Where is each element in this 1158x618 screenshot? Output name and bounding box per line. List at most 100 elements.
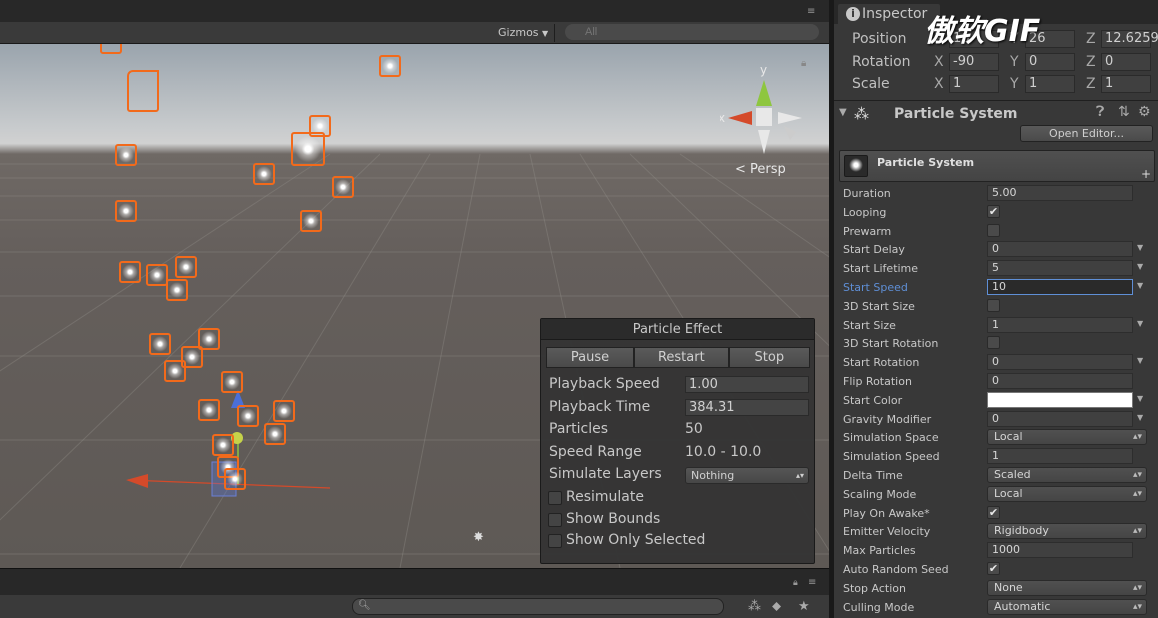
property-checkbox[interactable]: ✔ <box>987 204 1000 218</box>
components-icon[interactable]: ⁂ <box>748 599 761 614</box>
show-only-selected-checkbox[interactable] <box>548 534 562 548</box>
scale-y-field[interactable]: 1 <box>1025 75 1075 93</box>
gizmos-dropdown[interactable]: Gizmos ▼ <box>492 24 556 42</box>
property-checkbox[interactable]: ✔ <box>987 562 1000 575</box>
curve-mode-dropdown-icon[interactable]: ▼ <box>1137 281 1143 290</box>
playback-speed-field[interactable]: 1.00 <box>685 376 809 393</box>
gizmos-label: Gizmos <box>498 26 539 39</box>
preset-icon[interactable]: ⇅ <box>1118 104 1130 120</box>
property-row: Prewarm <box>834 223 1158 241</box>
lock-icon[interactable]: 🔒︎ <box>793 578 798 588</box>
show-bounds-label: Show Bounds <box>566 511 661 527</box>
property-field[interactable]: 1000 <box>987 542 1133 559</box>
scene-view[interactable]: ≡ Gizmos ▼ 🔍︎ <box>0 0 829 618</box>
property-field[interactable]: 5.00 <box>987 185 1133 201</box>
updown-arrow-icon: ▴▾ <box>1132 582 1142 593</box>
property-field[interactable]: 0 <box>987 373 1133 389</box>
curve-mode-dropdown-icon[interactable]: ▼ <box>1137 319 1143 328</box>
panel-menu-icon[interactable]: ≡ <box>807 6 815 17</box>
chevron-down-icon: ▼ <box>542 29 549 38</box>
persp-label[interactable]: < Persp <box>735 162 786 177</box>
particle <box>332 176 354 198</box>
property-label: Start Speed <box>843 281 908 294</box>
resimulate-checkbox[interactable] <box>548 491 562 505</box>
panel-menu-icon[interactable]: ≡ <box>808 577 816 588</box>
property-dropdown[interactable]: Scaled ▴▾ <box>987 467 1147 483</box>
lock-icon[interactable]: 🔒︎ <box>801 58 806 69</box>
curve-mode-dropdown-icon[interactable]: ▼ <box>1137 413 1143 422</box>
stop-button[interactable]: Stop <box>728 347 810 368</box>
property-label: Emitter Velocity <box>843 525 931 539</box>
property-field[interactable]: 1 <box>987 448 1133 465</box>
property-row: Start Delay 0 ▼ <box>834 241 1158 259</box>
particle-system-component-header[interactable]: ▼ ⁂ Particle System ❓︎ ⇅ ⚙ <box>834 100 1158 126</box>
simulate-layers-dropdown[interactable]: Nothing ▴▾ <box>685 467 809 484</box>
property-checkbox[interactable] <box>987 298 1000 312</box>
property-label: Start Color <box>843 393 903 407</box>
scale-row: Scale X 1 Y 1 Z 1 <box>834 73 1158 95</box>
show-bounds-checkbox[interactable] <box>548 513 562 527</box>
property-checkbox[interactable] <box>987 223 1000 237</box>
particle <box>273 400 295 422</box>
speed-range-label: Speed Range <box>549 444 642 460</box>
orientation-gizmo[interactable]: y x <box>720 54 810 154</box>
property-field[interactable]: 0 <box>987 410 1133 427</box>
property-dropdown[interactable]: Local ▴▾ <box>987 429 1147 446</box>
property-checkbox[interactable] <box>987 336 1000 350</box>
console-search-input[interactable] <box>352 598 724 615</box>
property-field[interactable]: 0 <box>987 241 1133 258</box>
rotation-row: Rotation X -90 Y 0 Z 0 <box>834 51 1158 73</box>
property-label: Start Delay <box>843 243 905 257</box>
particle <box>175 256 197 278</box>
rotation-label: Rotation <box>852 54 911 70</box>
z-label: Z <box>1086 76 1096 92</box>
property-dropdown[interactable]: Local ▴▾ <box>987 485 1147 502</box>
show-only-selected-label: Show Only Selected <box>566 532 706 548</box>
gear-icon[interactable]: ⚙ <box>1138 104 1151 120</box>
property-field[interactable]: 0 <box>987 354 1133 371</box>
property-row: Emitter Velocity Rigidbody ▴▾ <box>834 523 1158 541</box>
property-row: Simulation Space Local ▴▾ <box>834 429 1158 447</box>
inspector-tab-label: Inspector <box>862 6 928 22</box>
scale-label: Scale <box>852 76 890 92</box>
playback-time-field[interactable]: 384.31 <box>685 399 809 416</box>
foldout-arrow-icon[interactable]: ▼ <box>839 107 847 118</box>
x-axis-handle[interactable] <box>126 474 148 488</box>
property-dropdown[interactable]: Rigidbody ▴▾ <box>987 523 1147 540</box>
restart-button[interactable]: Restart <box>634 347 729 368</box>
rotation-y-field[interactable]: 0 <box>1025 53 1075 71</box>
plus-icon[interactable]: + <box>1141 167 1151 181</box>
help-icon[interactable]: ❓︎ <box>1096 104 1104 120</box>
rotation-z-field[interactable]: 0 <box>1101 53 1151 71</box>
module-header[interactable]: Particle System + <box>839 150 1155 182</box>
property-field[interactable]: 5 <box>987 260 1133 277</box>
scene-search-input[interactable] <box>565 24 819 40</box>
rotation-x-field[interactable]: -90 <box>949 53 999 71</box>
particle <box>198 399 220 421</box>
property-field[interactable]: 10 <box>987 279 1133 295</box>
property-row: 3D Start Size <box>834 298 1158 316</box>
updown-arrow-icon: ▴▾ <box>795 471 804 480</box>
property-label: Prewarm <box>843 224 892 238</box>
pause-button[interactable]: Pause <box>546 347 634 368</box>
property-dropdown[interactable]: Automatic ▴▾ <box>987 598 1147 615</box>
curve-mode-dropdown-icon[interactable]: ▼ <box>1137 262 1143 271</box>
scale-z-field[interactable]: 1 <box>1101 75 1151 93</box>
property-checkbox[interactable]: ✔ <box>987 505 1000 519</box>
playback-time-label: Playback Time <box>549 399 651 415</box>
position-z-field[interactable]: 12.6259 <box>1101 30 1158 48</box>
module-thumbnail <box>844 155 868 177</box>
curve-mode-dropdown-icon[interactable]: ▼ <box>1137 356 1143 365</box>
property-field[interactable]: 1 <box>987 316 1133 333</box>
tag-icon[interactable]: ⬥ <box>772 599 781 614</box>
scale-x-field[interactable]: 1 <box>949 75 999 93</box>
curve-mode-dropdown-icon[interactable]: ▼ <box>1137 243 1143 252</box>
star-icon[interactable]: ★ <box>798 599 810 614</box>
curve-mode-dropdown-icon[interactable]: ▼ <box>1137 394 1143 403</box>
particle-effect-title: Particle Effect <box>541 319 814 340</box>
console-toolbar: 🔍︎ ⁂ ⬥ ★ <box>0 595 829 618</box>
color-swatch[interactable] <box>987 391 1133 408</box>
property-dropdown[interactable]: None ▴▾ <box>987 579 1147 596</box>
open-editor-button[interactable]: Open Editor... <box>1020 125 1153 142</box>
particle <box>253 163 275 185</box>
